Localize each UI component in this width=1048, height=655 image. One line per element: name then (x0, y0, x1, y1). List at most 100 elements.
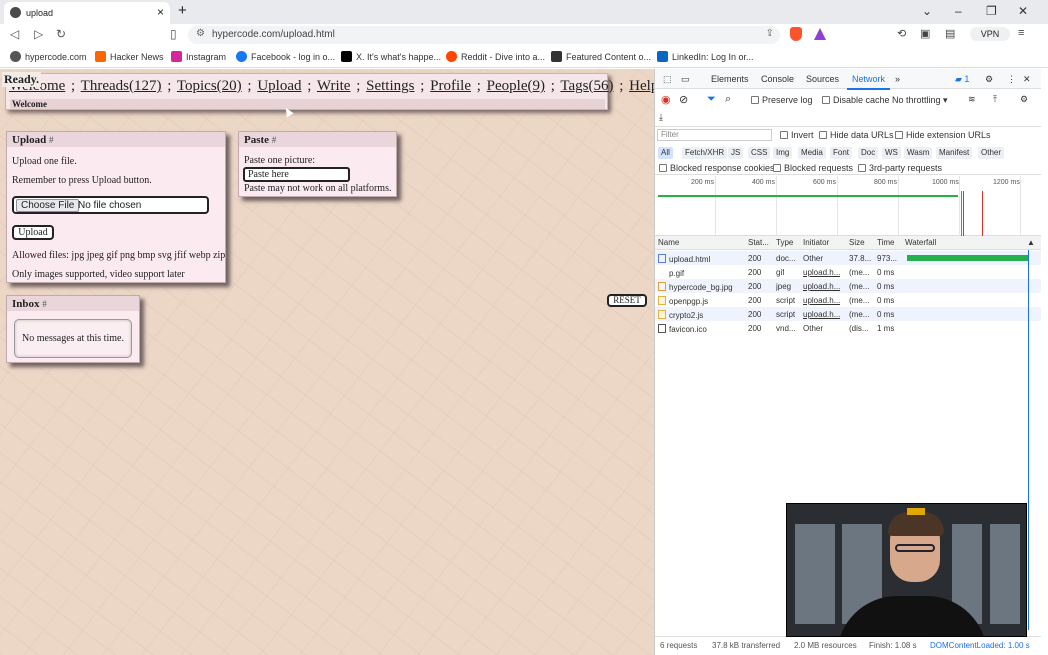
menu-tags[interactable]: Tags(56) (560, 78, 613, 94)
import-icon[interactable]: ⤒ (993, 94, 997, 105)
export-icon[interactable]: ⤓ (659, 112, 663, 123)
bookmark-instagram[interactable]: Instagram (171, 51, 226, 62)
device-toolbar-icon[interactable]: ▭ (681, 74, 690, 85)
brave-shields-icon[interactable] (790, 27, 802, 41)
tab-network[interactable]: Network (846, 74, 891, 90)
request-initiator[interactable]: upload.h... (803, 268, 840, 277)
col-type[interactable]: Type (776, 238, 793, 247)
preserve-log-checkbox[interactable]: Preserve log (751, 95, 813, 105)
menu-settings[interactable]: Settings (366, 78, 414, 94)
col-waterfall[interactable]: Waterfall (905, 238, 936, 247)
type-filter-manifest[interactable]: Manifest (936, 147, 973, 159)
bookmark-linkedin[interactable]: LinkedIn: Log In or... (657, 51, 754, 62)
type-filter-img[interactable]: Img (773, 147, 793, 159)
window-close-icon[interactable]: ✕ (1018, 4, 1028, 18)
tab-elements[interactable]: Elements (711, 74, 749, 84)
request-row[interactable]: openpgp.js 200 script upload.h... (me...… (655, 293, 1041, 307)
menu-profile[interactable]: Profile (430, 78, 471, 94)
col-time[interactable]: Time (877, 238, 894, 247)
address-bar[interactable]: ⚙ hypercode.com/upload.html ⇪ (188, 26, 780, 44)
search-icon[interactable]: ⌕ (725, 93, 731, 106)
request-row[interactable]: p.gif 200 gif upload.h... (me... 0 ms (655, 265, 1041, 279)
minimize-icon[interactable]: – (955, 4, 962, 18)
hide-data-urls-checkbox[interactable]: Hide data URLs (819, 130, 894, 140)
more-tabs-icon[interactable]: » (895, 74, 900, 84)
col-size[interactable]: Size (849, 238, 865, 247)
col-initiator[interactable]: Initiator (803, 238, 829, 247)
third-party-checkbox[interactable]: 3rd-party requests (858, 163, 942, 173)
menu-upload[interactable]: Upload (257, 78, 301, 94)
reset-button[interactable]: RESET (607, 294, 647, 307)
throttling-select[interactable]: No throttling ▾ (892, 95, 948, 106)
share-icon[interactable]: ⇪ (766, 28, 774, 39)
request-initiator[interactable]: upload.h... (803, 310, 840, 319)
menu-write[interactable]: Write (317, 78, 351, 94)
upload-button[interactable]: Upload (12, 225, 54, 240)
type-filter-css[interactable]: CSS (748, 147, 771, 159)
request-row[interactable]: upload.html 200 doc... Other 37.8... 973… (655, 251, 1041, 265)
filter-icon[interactable]: ⏷ (707, 93, 716, 106)
maximize-icon[interactable]: ❐ (986, 4, 997, 18)
back-icon[interactable]: ◁ (10, 27, 19, 41)
sidebar-icon[interactable]: ▣ (920, 27, 930, 40)
choose-file-button[interactable]: Choose File (16, 199, 80, 212)
bookmark-facebook[interactable]: Facebook - log in o... (236, 51, 335, 62)
network-settings-icon[interactable]: ⚙ (1020, 94, 1028, 105)
type-filter-font[interactable]: Font (830, 147, 853, 159)
bookmark-x[interactable]: X. It's what's happe... (341, 51, 441, 62)
upload-panel-anchor[interactable]: # (49, 135, 54, 145)
type-filter-fetch[interactable]: Fetch/XHR (682, 147, 728, 159)
settings-icon[interactable]: ⚙ (985, 74, 993, 85)
issues-badge[interactable]: ▰ 1 (955, 74, 969, 85)
bookmark-featured[interactable]: Featured Content o... (551, 51, 651, 62)
bookmark-reddit[interactable]: Reddit - Dive into a... (446, 51, 545, 62)
tab-console[interactable]: Console (761, 74, 794, 84)
tab-upload[interactable]: upload × (4, 2, 170, 24)
sort-icon[interactable]: ▲ (1027, 238, 1035, 247)
request-initiator[interactable]: upload.h... (803, 296, 840, 305)
col-name[interactable]: Name (658, 238, 679, 247)
type-filter-ws[interactable]: WS (882, 147, 901, 159)
inbox-panel-anchor[interactable]: # (42, 299, 47, 309)
forward-icon[interactable]: ▷ (34, 27, 43, 41)
disable-cache-checkbox[interactable]: Disable cache (822, 95, 890, 105)
clear-icon[interactable]: ⊘ (679, 93, 688, 106)
type-filter-doc[interactable]: Doc (858, 147, 879, 159)
extensions-icon[interactable]: ⟲ (897, 27, 906, 40)
paste-panel-anchor[interactable]: # (272, 135, 277, 145)
reload-icon[interactable]: ↻ (56, 27, 66, 41)
request-row[interactable]: favicon.ico 200 vnd... Other (dis... 1 m… (655, 321, 1041, 335)
type-filter-other[interactable]: Other (978, 147, 1005, 159)
inspect-icon[interactable]: ⬚ (663, 74, 672, 85)
blocked-cookies-checkbox[interactable]: Blocked response cookies (659, 163, 775, 173)
menu-threads[interactable]: Threads(127) (81, 78, 162, 94)
request-row[interactable]: crypto2.js 200 script upload.h... (me...… (655, 307, 1041, 321)
bookmark-icon[interactable]: ▯ (170, 27, 177, 41)
site-info-icon[interactable]: ⚙ (196, 28, 205, 39)
request-row[interactable]: hypercode_bg.jpg 200 jpeg upload.h... (m… (655, 279, 1041, 293)
menu-topics[interactable]: Topics(20) (177, 78, 242, 94)
filter-input[interactable]: Filter (657, 129, 772, 141)
bookmark-hypercode[interactable]: hypercode.com (10, 51, 87, 62)
type-filter-all[interactable]: All (658, 147, 673, 159)
kebab-menu-icon[interactable]: ⋮ (1007, 74, 1016, 85)
file-input[interactable]: Choose File No file chosen (12, 196, 209, 214)
tab-close-icon[interactable]: × (157, 5, 164, 19)
tab-search-icon[interactable]: ⌄ (922, 4, 932, 18)
brave-rewards-icon[interactable] (814, 28, 826, 40)
record-icon[interactable]: ◉ (661, 93, 671, 106)
col-status[interactable]: Stat... (748, 238, 769, 247)
request-initiator[interactable]: upload.h... (803, 282, 840, 291)
bookmark-hacker-news[interactable]: Hacker News (95, 51, 164, 62)
tab-sources[interactable]: Sources (806, 74, 839, 84)
new-tab-button[interactable]: + (178, 2, 187, 19)
type-filter-wasm[interactable]: Wasm (904, 147, 933, 159)
hide-ext-urls-checkbox[interactable]: Hide extension URLs (895, 130, 991, 140)
paste-input[interactable]: Paste here (243, 167, 350, 182)
invert-checkbox[interactable]: Invert (780, 130, 814, 140)
type-filter-js[interactable]: JS (728, 147, 744, 159)
vpn-button[interactable]: VPN (970, 27, 1010, 41)
type-filter-media[interactable]: Media (798, 147, 826, 159)
wallet-icon[interactable]: ▤ (945, 27, 955, 40)
menu-people[interactable]: People(9) (487, 78, 545, 94)
